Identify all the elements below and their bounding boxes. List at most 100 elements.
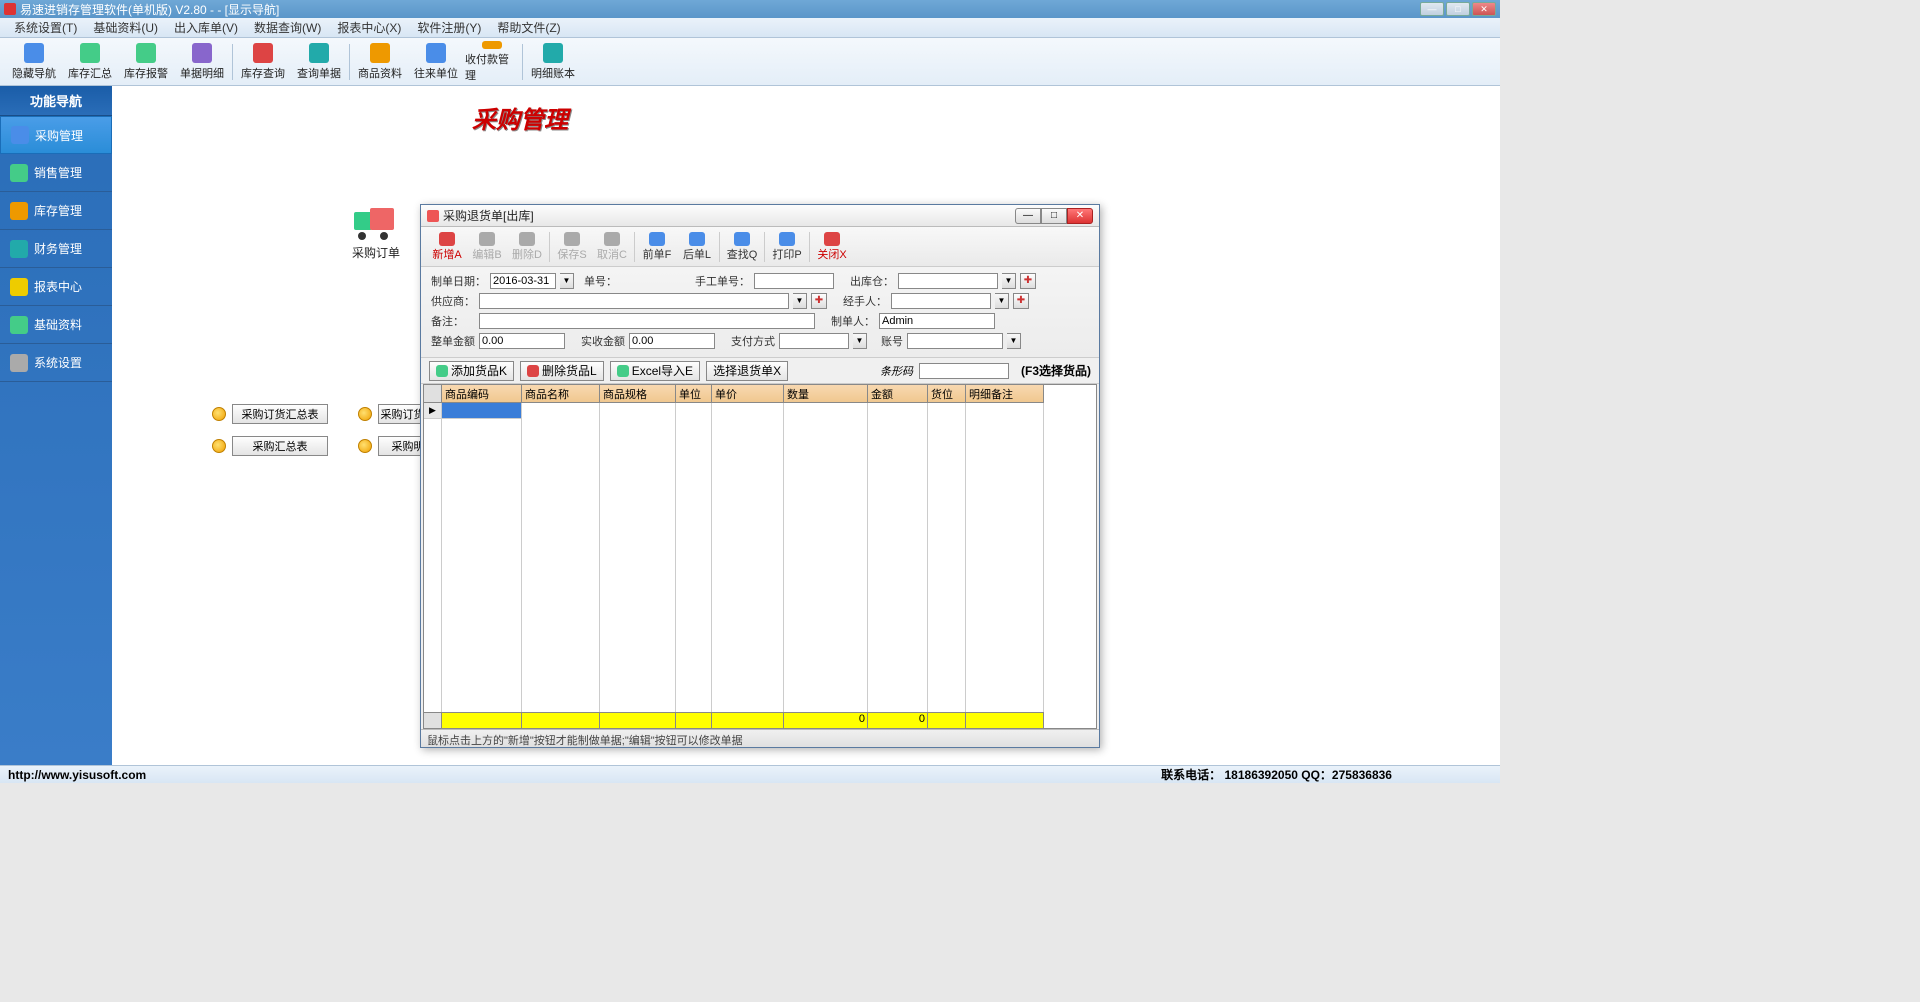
menu-item[interactable]: 出入库单(V) <box>168 17 244 38</box>
toolbar-button[interactable]: 往来单位 <box>408 40 464 84</box>
grid-column-header[interactable]: 商品规格 <box>600 385 676 403</box>
dialog-toolbar-button[interactable]: 前单F <box>637 232 677 262</box>
dialog-toolbar-button[interactable]: 新增A <box>427 232 467 262</box>
outwh-dropdown-button[interactable]: ▼ <box>1002 273 1016 289</box>
toolbar-button[interactable]: 单据明细 <box>174 40 230 84</box>
barcode-label: 条形码 <box>880 363 913 379</box>
toolbar-icon <box>482 41 502 49</box>
window-minimize-button[interactable]: — <box>1420 2 1444 16</box>
account-dropdown-button[interactable]: ▼ <box>1007 333 1021 349</box>
report-button[interactable]: 采购订货汇总表 <box>232 404 328 424</box>
manual-input[interactable] <box>754 273 834 289</box>
toolbar-icon <box>426 43 446 63</box>
menu-item[interactable]: 数据查询(W) <box>248 17 327 38</box>
dialog-toolbar-button[interactable]: 查找Q <box>722 232 762 262</box>
window-close-button[interactable]: ✕ <box>1472 2 1496 16</box>
toolbar-icon <box>370 43 390 63</box>
sidebar-item[interactable]: 系统设置 <box>0 344 112 382</box>
main-toolbar: 隐藏导航库存汇总库存报警单据明细库存查询查询单据商品资料往来单位收付款管理明细账… <box>0 38 1500 86</box>
dialog-toolbar-button[interactable]: 打印P <box>767 232 807 262</box>
pick-return-button[interactable]: 选择退货单X <box>706 361 788 381</box>
sidebar-item[interactable]: 报表中心 <box>0 268 112 306</box>
dialog-toolbar-button: 取消C <box>592 232 632 262</box>
dialog-close-button[interactable]: ✕ <box>1067 208 1093 224</box>
account-input[interactable] <box>907 333 1003 349</box>
dialog-toolbar-icon <box>479 232 495 246</box>
dialog-maximize-button[interactable]: □ <box>1041 208 1067 224</box>
add-product-button[interactable]: 添加货品K <box>429 361 514 381</box>
window-maximize-button[interactable]: □ <box>1446 2 1470 16</box>
paymethod-input[interactable] <box>779 333 849 349</box>
toolbar-separator <box>522 44 523 80</box>
grid-column-header[interactable]: 商品编码 <box>442 385 522 403</box>
menu-item[interactable]: 报表中心(X) <box>331 17 407 38</box>
grid-footer-cell <box>442 712 522 728</box>
sidebar-item[interactable]: 销售管理 <box>0 154 112 192</box>
sidebar-icon <box>10 164 28 182</box>
outwh-add-button[interactable]: ✚ <box>1020 273 1036 289</box>
grid-footer-cell: 0 <box>868 712 928 728</box>
report-button[interactable]: 采购汇总表 <box>232 436 328 456</box>
paymethod-dropdown-button[interactable]: ▼ <box>853 333 867 349</box>
menu-item[interactable]: 软件注册(Y) <box>411 17 487 38</box>
purchase-order-shortcut[interactable]: 采购订单 <box>352 206 400 261</box>
date-input[interactable] <box>490 273 556 289</box>
product-grid[interactable]: 商品编码商品名称商品规格单位单价数量金额货位明细备注 ▶ 00 <box>423 384 1097 729</box>
excel-import-button[interactable]: Excel导入E <box>610 361 700 381</box>
dialog-titlebar[interactable]: 采购退货单[出库] — □ ✕ <box>421 205 1099 227</box>
dialog-toolbar-button[interactable]: 后单L <box>677 232 717 262</box>
toolbar-button[interactable]: 库存汇总 <box>62 40 118 84</box>
supplier-input[interactable] <box>479 293 789 309</box>
sidebar-item[interactable]: 基础资料 <box>0 306 112 344</box>
dialog-title: 采购退货单[出库] <box>443 207 534 224</box>
outwh-input[interactable] <box>898 273 998 289</box>
delete-product-button[interactable]: 删除货品L <box>520 361 604 381</box>
sidebar-item[interactable]: 财务管理 <box>0 230 112 268</box>
toolbar-button[interactable]: 明细账本 <box>525 40 581 84</box>
sidebar-icon <box>10 240 28 258</box>
grid-column-header[interactable]: 明细备注 <box>966 385 1044 403</box>
account-label: 账号 <box>881 333 903 349</box>
dialog-actions: 添加货品K 删除货品L Excel导入E 选择退货单X 条形码 (F3选择货品) <box>421 358 1099 384</box>
toolbar-button[interactable]: 收付款管理 <box>464 40 520 84</box>
grid-column-header[interactable]: 单价 <box>712 385 784 403</box>
app-icon <box>4 3 16 15</box>
dialog-minimize-button[interactable]: — <box>1015 208 1041 224</box>
menu-item[interactable]: 帮助文件(Z) <box>491 17 566 38</box>
status-bar: http://www.yisusoft.com 联系电话： 1818639205… <box>0 765 1500 783</box>
handler-add-button[interactable]: ✚ <box>1013 293 1029 309</box>
toolbar-button[interactable]: 隐藏导航 <box>6 40 62 84</box>
sidebar-item[interactable]: 库存管理 <box>0 192 112 230</box>
toolbar-button[interactable]: 查询单据 <box>291 40 347 84</box>
dialog-toolbar-icon <box>649 232 665 246</box>
supplier-dropdown-button[interactable]: ▼ <box>793 293 807 309</box>
grid-column-header[interactable]: 单位 <box>676 385 712 403</box>
maker-label: 制单人： <box>831 313 875 329</box>
grid-column-header[interactable]: 数量 <box>784 385 868 403</box>
remark-input[interactable] <box>479 313 815 329</box>
actual-input[interactable] <box>629 333 715 349</box>
supplier-add-button[interactable]: ✚ <box>811 293 827 309</box>
grid-column-header[interactable]: 金额 <box>868 385 928 403</box>
handler-dropdown-button[interactable]: ▼ <box>995 293 1009 309</box>
grid-footer-cell <box>522 712 600 728</box>
menu-item[interactable]: 基础资料(U) <box>87 17 164 38</box>
grid-cell-selected[interactable] <box>442 403 522 419</box>
page-heading: 采购管理 <box>472 100 568 135</box>
handler-input[interactable] <box>891 293 991 309</box>
whole-input[interactable] <box>479 333 565 349</box>
grid-column-header[interactable]: 货位 <box>928 385 966 403</box>
toolbar-button[interactable]: 商品资料 <box>352 40 408 84</box>
date-label: 制单日期： <box>431 273 486 289</box>
toolbar-button[interactable]: 库存报警 <box>118 40 174 84</box>
dialog-toolbar-icon <box>824 232 840 246</box>
grid-column-header[interactable]: 商品名称 <box>522 385 600 403</box>
dialog-toolbar-button[interactable]: 关闭X <box>812 232 852 262</box>
barcode-input[interactable] <box>919 363 1009 379</box>
date-dropdown-button[interactable]: ▼ <box>560 273 574 289</box>
sidebar-item[interactable]: 采购管理 <box>0 116 112 154</box>
toolbar-icon <box>253 43 273 63</box>
grid-footer-corner <box>424 712 442 728</box>
menu-item[interactable]: 系统设置(T) <box>8 17 83 38</box>
toolbar-button[interactable]: 库存查询 <box>235 40 291 84</box>
